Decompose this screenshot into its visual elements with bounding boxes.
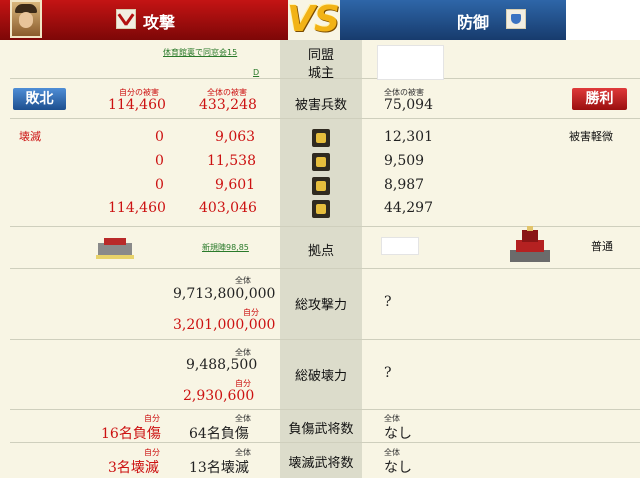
total-damage-value: 433,248 (199, 97, 257, 113)
troop-defender-value: 8,987 (384, 177, 425, 193)
destroyed-defender-value: なし (384, 460, 412, 476)
destruction-own-value: 2,930,600 (183, 388, 255, 404)
row-divider (10, 409, 640, 410)
vs-badge: VS (287, 0, 340, 40)
injured-total-value: 64名負傷 (189, 426, 249, 442)
attacker-lord-link[interactable]: D (253, 68, 259, 77)
defender-base-status: 普通 (591, 240, 613, 253)
defender-base-box (381, 237, 419, 255)
crossed-swords-icon (116, 9, 136, 29)
troop-own-value: 0 (155, 177, 164, 193)
camp-icon (96, 237, 134, 259)
archer-icon (312, 153, 330, 171)
troop-defender-value: 12,301 (384, 129, 433, 145)
troop-total-value: 9,063 (215, 129, 256, 145)
destroyed-own-value: 3名壊滅 (108, 460, 159, 476)
defender-destruction-value: ? (384, 365, 392, 381)
destroyed-total-value: 13名壊滅 (189, 460, 249, 476)
attack-power-label: 総攻撃力 (294, 298, 347, 313)
defense-header (340, 0, 566, 40)
battle-report: 攻撃 VS 防御 体育館裏で同窓会15 D 同盟 城主 敗北 自分の被害 全体の… (0, 0, 640, 478)
attacker-status: 壊滅 (19, 130, 41, 143)
cavalry-icon (312, 177, 330, 195)
base-label: 拠点 (307, 244, 334, 259)
destruction-power-label: 総破壊力 (294, 369, 347, 384)
attack-title: 攻撃 (143, 13, 176, 32)
alliance-label: 同盟 (307, 48, 334, 63)
attack-total-caption: 全体 (235, 276, 251, 285)
troop-own-value: 0 (155, 153, 164, 169)
casualties-label: 被害兵数 (294, 98, 347, 113)
defense-title: 防御 (457, 13, 490, 32)
troop-own-value: 114,460 (108, 200, 166, 216)
row-divider (10, 268, 640, 269)
attacker-base-link[interactable]: 新規陣98,85 (202, 242, 249, 253)
defender-info-box (377, 45, 444, 80)
defender-attack-value: ? (384, 294, 392, 310)
castle-icon (506, 226, 554, 264)
troop-own-value: 0 (155, 129, 164, 145)
injured-defender-value: なし (384, 426, 412, 442)
troop-defender-value: 9,509 (384, 153, 425, 169)
defender-damage-value: 75,094 (384, 97, 433, 113)
attack-total-value: 9,713,800,000 (173, 286, 276, 302)
troop-total-value: 11,538 (207, 153, 256, 169)
lord-label: 城主 (307, 66, 334, 81)
defender-status: 被害軽微 (569, 130, 613, 143)
victory-badge: 勝利 (572, 88, 627, 110)
injured-own-value: 16名負傷 (101, 426, 161, 442)
attack-own-value: 3,201,000,000 (173, 317, 276, 333)
row-divider (10, 339, 640, 340)
troop-defender-value: 44,297 (384, 200, 433, 216)
siege-icon (312, 200, 330, 218)
general-portrait (10, 0, 42, 38)
header-blank (566, 0, 640, 40)
defeat-badge: 敗北 (13, 88, 66, 110)
spearman-icon (312, 129, 330, 147)
own-damage-value: 114,460 (108, 97, 166, 113)
attacker-alliance-link[interactable]: 体育館裏で同窓会15 (163, 47, 237, 58)
shield-icon (506, 9, 526, 29)
troop-total-value: 403,046 (199, 200, 257, 216)
troop-total-value: 9,601 (215, 177, 256, 193)
destroyed-generals-label: 壊滅武将数 (288, 456, 354, 471)
row-divider (10, 118, 640, 119)
injured-generals-label: 負傷武将数 (288, 422, 354, 437)
destruction-total-value: 9,488,500 (186, 357, 258, 373)
